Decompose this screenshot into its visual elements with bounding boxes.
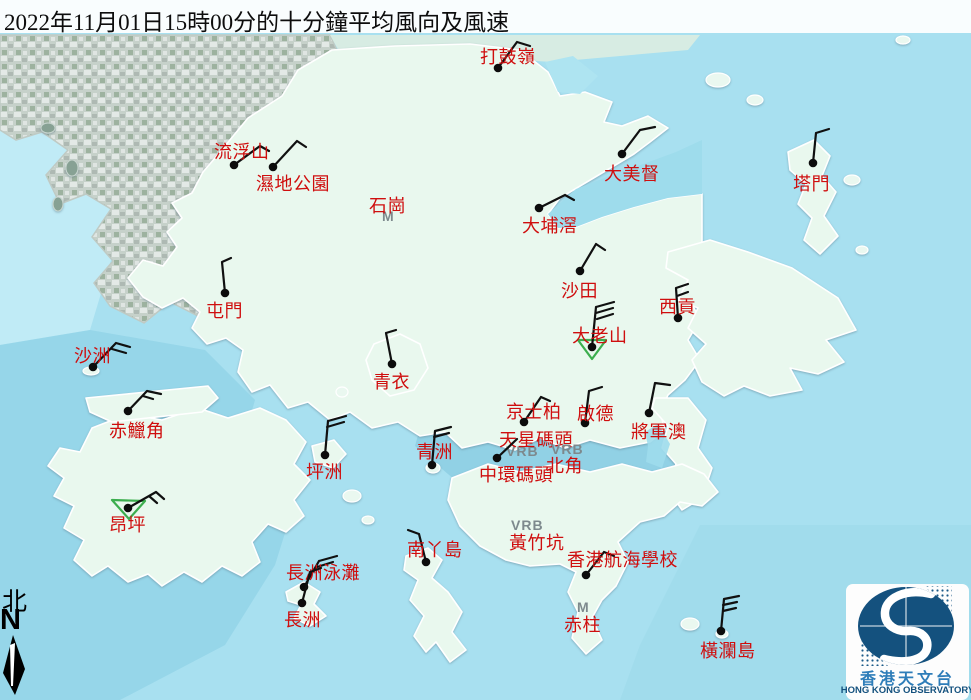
station-label: 長洲: [284, 610, 321, 630]
station-dot: [388, 360, 397, 369]
compass-needle-icon: [0, 632, 32, 700]
islet: [896, 36, 910, 44]
hko-name-english: HONG KONG OBSERVATORY: [838, 685, 971, 696]
station-dot: [321, 451, 330, 460]
islet: [362, 516, 374, 524]
deep-bay-islet: [41, 123, 55, 133]
station-dot: [124, 407, 133, 416]
hko-logo: 香港天文台 HONG KONG OBSERVATORY: [846, 584, 969, 700]
deep-bay-islet: [53, 197, 63, 211]
station-dot: [717, 627, 726, 636]
weather-map: 流浮山濕地公園 打鼓嶺 M 石崗 大美督塔門大埔滘沙田西貢大老山 屯門沙洲赤鱲角 青衣坪洲 青…: [0, 0, 971, 700]
station-dot: [269, 163, 278, 172]
station-label: 長洲泳灘: [286, 563, 360, 583]
station-label: 濕地公園: [256, 174, 330, 194]
hong-kong-map: 流浮山濕地公園 打鼓嶺 M 石崗 大美督塔門大埔滘沙田西貢大老山 屯門沙洲赤鱲角 青衣坪洲 青…: [0, 0, 971, 700]
station-label: 塔門: [793, 174, 830, 194]
po-toi-islet: [681, 618, 699, 630]
station-label: 南丫島: [407, 540, 463, 560]
station-label: 將軍澳: [631, 422, 687, 442]
station-dot: [618, 150, 627, 159]
islet: [343, 490, 361, 502]
title-bar: 2022年11月01日15時00分的十分鐘平均風向及風速: [0, 0, 971, 33]
station: 京士柏: [506, 397, 562, 426]
station-label: 黃竹坑: [509, 533, 565, 553]
islet: [747, 95, 763, 105]
station-label: 大美督: [604, 164, 660, 184]
deep-bay-islet: [66, 160, 78, 176]
islet: [336, 387, 348, 397]
islet: [844, 175, 860, 185]
station-label: 坪洲: [306, 462, 343, 482]
station-dot: [582, 571, 591, 580]
station-status: M: [577, 599, 590, 615]
station-dot: [576, 267, 585, 276]
station-label: 西貢: [659, 297, 696, 317]
map-title: 2022年11月01日15時00分的十分鐘平均風向及風速: [4, 3, 509, 37]
station-dot: [298, 599, 307, 608]
station-label: 啟德: [577, 404, 614, 424]
station-label: 打鼓嶺: [480, 47, 536, 67]
station-label: 京士柏: [506, 402, 562, 422]
station-label: 沙洲: [74, 346, 111, 366]
station-label: 橫瀾島: [700, 641, 756, 661]
station-label: 沙田: [561, 281, 598, 301]
islet: [706, 73, 730, 87]
station-label: 屯門: [206, 301, 243, 321]
station-label: 赤鱲角: [109, 421, 165, 441]
station-dot: [124, 504, 133, 513]
station-label: 昂坪: [109, 515, 146, 535]
station-label: 大老山: [572, 326, 628, 346]
station-dot: [809, 159, 818, 168]
station-dot: [493, 454, 502, 463]
station-label: 香港航海學校: [567, 550, 678, 570]
station-label: 大埔滘: [522, 216, 578, 236]
station-label: 青衣: [373, 372, 410, 392]
station-label: 青洲: [416, 442, 453, 462]
station-label: 中環碼頭: [479, 465, 553, 485]
compass-north-indicator: 北 N: [0, 582, 40, 700]
station-label: 流浮山: [214, 142, 270, 162]
station-label: 石崗: [369, 196, 406, 216]
station-status: VRB: [551, 441, 584, 457]
islet: [856, 246, 868, 254]
station-label: 赤柱: [564, 615, 601, 635]
station-dot: [535, 204, 544, 213]
station-dot: [645, 409, 654, 418]
station-dot: [221, 289, 230, 298]
station-status: VRB: [511, 517, 544, 533]
